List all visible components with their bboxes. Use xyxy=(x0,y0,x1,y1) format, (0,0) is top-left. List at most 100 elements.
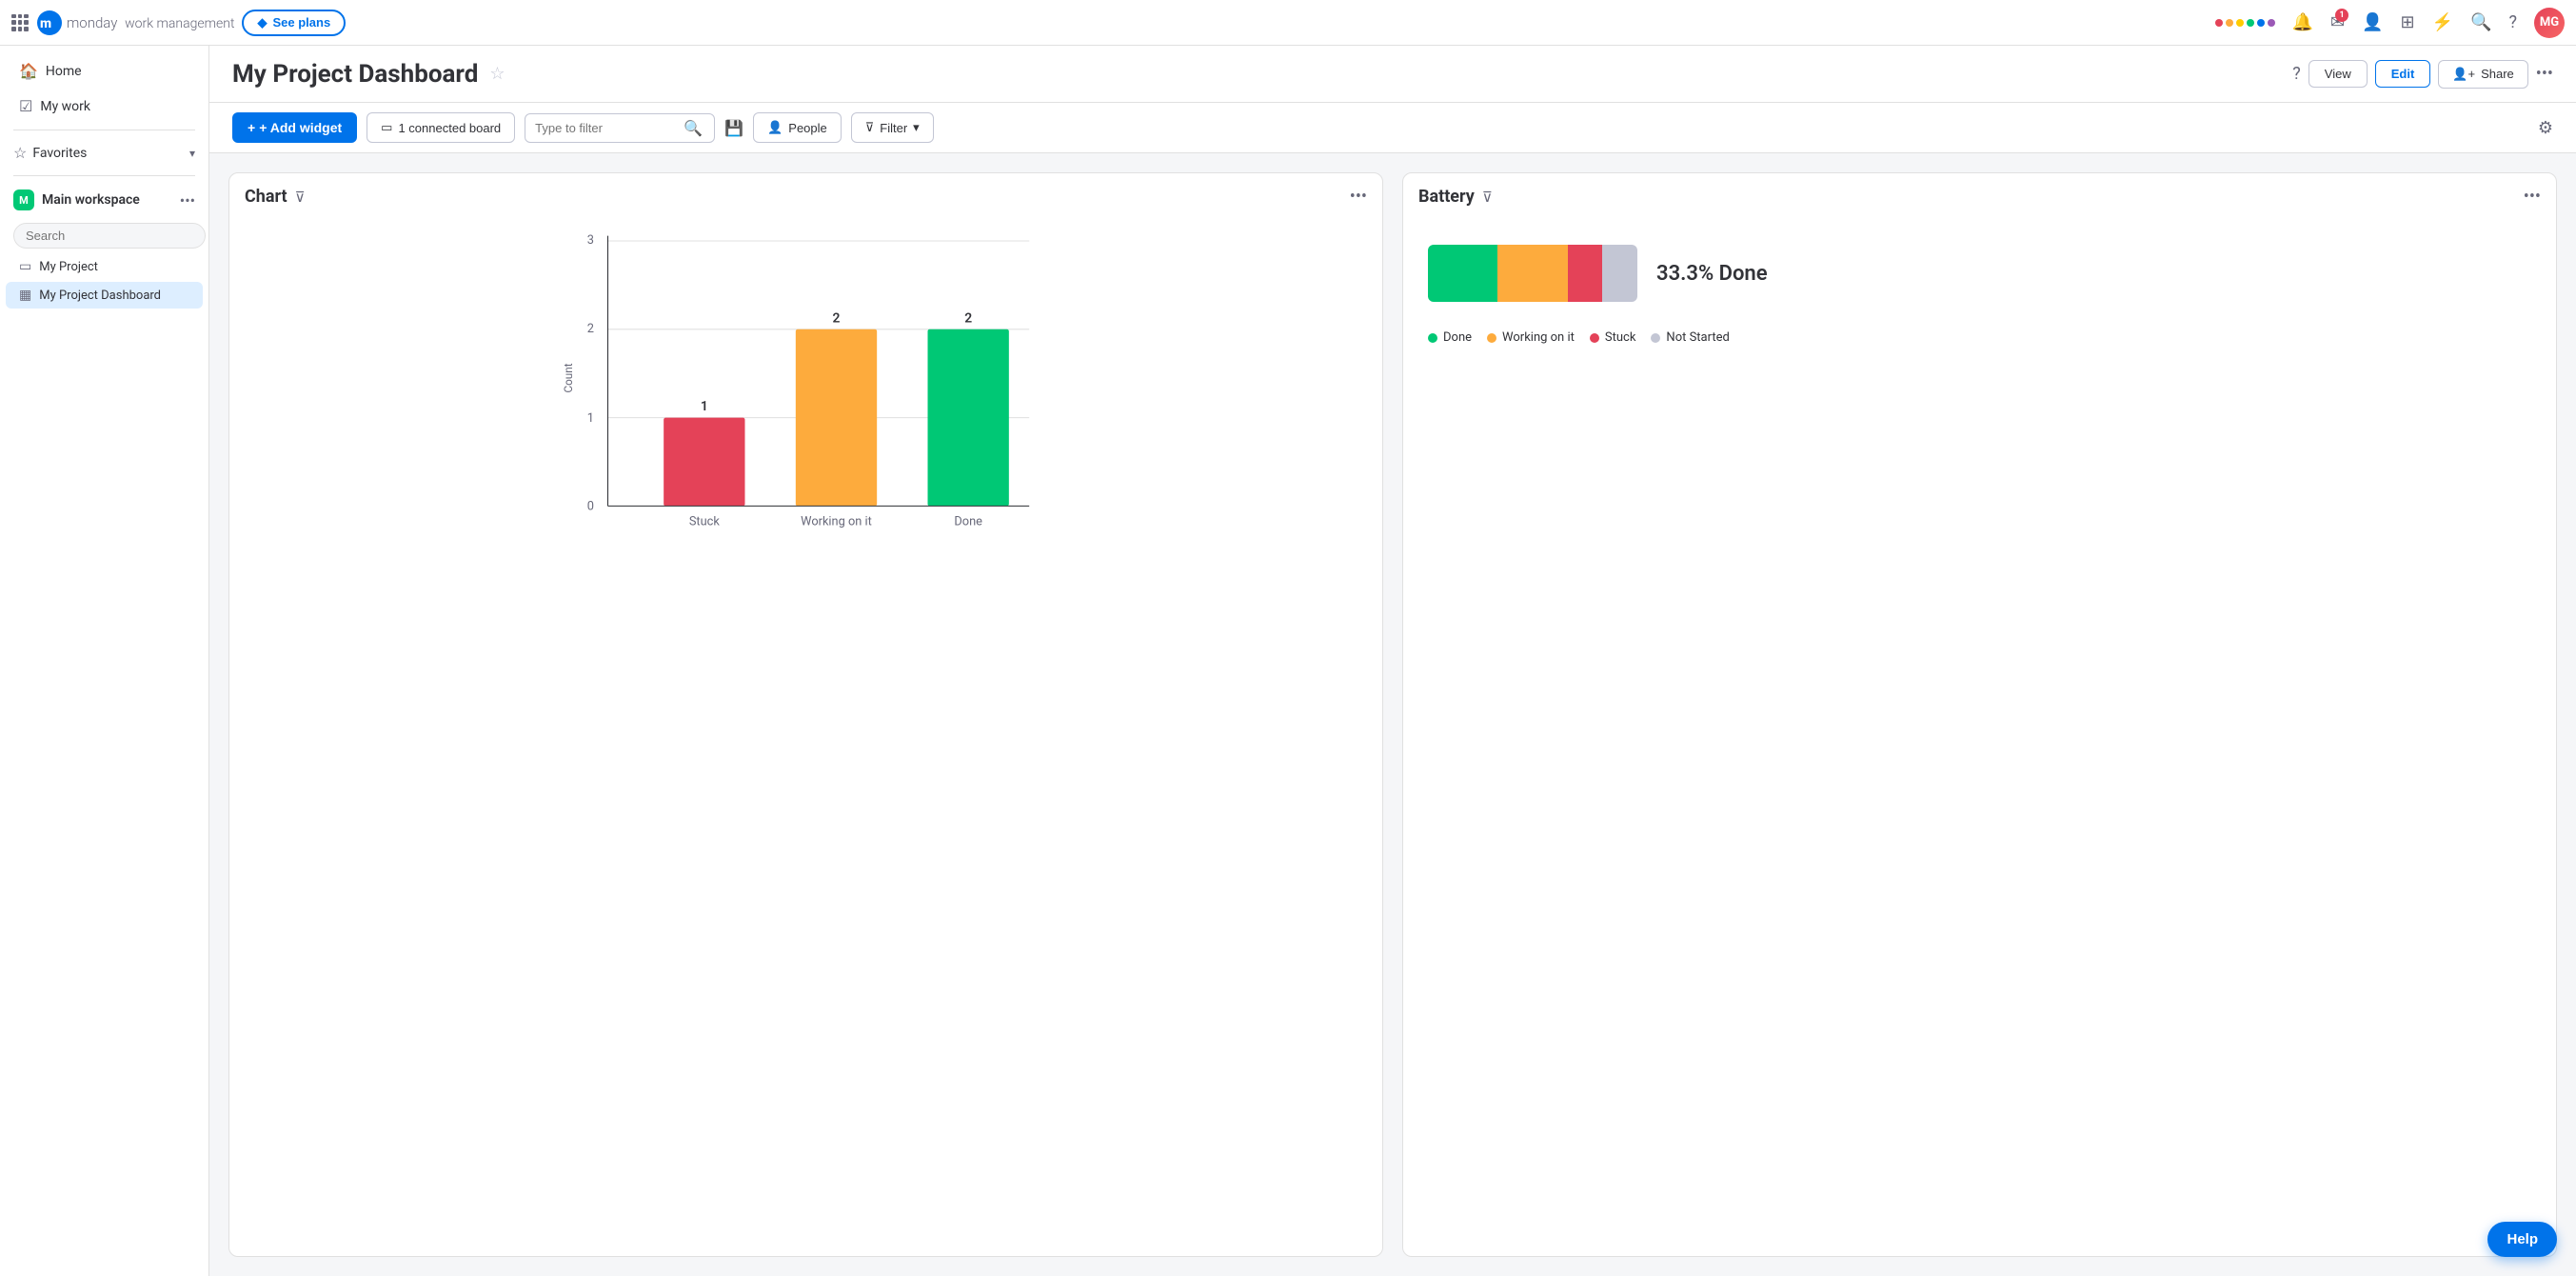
view-button[interactable]: View xyxy=(2308,60,2368,88)
edit-button[interactable]: Edit xyxy=(2375,60,2431,88)
star-sidebar-icon: ☆ xyxy=(13,144,27,162)
toolbar: + + Add widget ▭ 1 connected board 🔍 💾 👤… xyxy=(209,103,2576,153)
sidebar-item-dashboard[interactable]: ▦ My Project Dashboard xyxy=(6,282,203,309)
search-input[interactable] xyxy=(13,223,206,249)
sidebar-divider-2 xyxy=(13,175,195,176)
legend-working-label: Working on it xyxy=(1502,330,1575,345)
svg-text:2: 2 xyxy=(587,322,594,336)
battery-bar xyxy=(1428,245,1637,302)
share-icon: 👤+ xyxy=(2452,67,2475,82)
dashboard-title-actions: ? View Edit 👤+ Share ••• xyxy=(2292,60,2553,89)
battery-widget-header: Battery ⊽ ••• xyxy=(1403,173,2556,216)
widgets-area: Chart ⊽ ••• 3 2 1 0 Count xyxy=(209,153,2576,1276)
battery-more-icon[interactable]: ••• xyxy=(2524,187,2541,207)
chart-container: 3 2 1 0 Count xyxy=(245,226,1367,530)
topnav-right: 🔔 ✉ 1 👤 ⊞ ⚡ 🔍 ? MG xyxy=(2215,8,2565,38)
svg-text:0: 0 xyxy=(587,500,594,514)
save-filter-icon[interactable]: 💾 xyxy=(724,119,743,137)
filter-input[interactable] xyxy=(535,121,678,135)
toolbar-right: ⚙ xyxy=(2538,118,2553,138)
chart-more-icon[interactable]: ••• xyxy=(1350,187,1367,207)
help-button[interactable]: Help xyxy=(2487,1222,2557,1257)
topnav: m monday work management ◆ See plans 🔔 ✉… xyxy=(0,0,2576,46)
monday-tagline: work management xyxy=(125,16,234,31)
dot-yellow xyxy=(2236,19,2244,27)
sidebar: 🏠 Home ☑ My work ☆ Favorites ▾ M Main wo… xyxy=(0,46,209,1276)
dot-red xyxy=(2215,19,2223,27)
apps-icon[interactable]: ⊞ xyxy=(2401,12,2415,32)
topnav-left: m monday work management ◆ See plans xyxy=(11,10,346,36)
app-name: monday work management xyxy=(67,14,234,31)
workspace-name: Main workspace xyxy=(42,192,172,208)
chart-svg: 3 2 1 0 Count xyxy=(245,226,1367,530)
legend-notstarted: Not Started xyxy=(1651,330,1729,345)
people-button[interactable]: 👤 People xyxy=(753,112,842,143)
favorites-label: Favorites xyxy=(32,146,184,161)
workspace-more-icon[interactable]: ••• xyxy=(180,191,195,209)
filter-search-icon: 🔍 xyxy=(684,119,703,137)
grid-menu-icon[interactable] xyxy=(11,14,29,31)
dot-purple xyxy=(2268,19,2275,27)
home-label: Home xyxy=(46,64,82,79)
invite-people-icon[interactable]: 👤 xyxy=(2362,12,2383,32)
more-options-icon[interactable]: ••• xyxy=(2536,64,2553,84)
chart-filter-icon[interactable]: ⊽ xyxy=(295,189,306,206)
notifications-icon[interactable]: 🔔 xyxy=(2292,12,2313,32)
legend-notstarted-dot xyxy=(1651,333,1660,343)
my-project-label: My Project xyxy=(39,260,98,274)
home-icon: 🏠 xyxy=(19,62,38,80)
inbox-icon[interactable]: ✉ 1 xyxy=(2330,12,2345,32)
chart-widget-header: Chart ⊽ ••• xyxy=(229,173,1382,216)
favorite-star-icon[interactable]: ☆ xyxy=(489,64,505,84)
battery-done-segment xyxy=(1428,245,1497,302)
bar-done xyxy=(928,329,1009,507)
dashboard-title: My Project Dashboard xyxy=(232,60,478,89)
battery-title: Battery xyxy=(1418,187,1475,207)
add-icon: + xyxy=(248,120,255,135)
settings-icon[interactable]: ⚙ xyxy=(2538,118,2553,138)
battery-stuck-segment xyxy=(1568,245,1603,302)
workspace-row[interactable]: M Main workspace ••• xyxy=(0,182,208,218)
my-work-icon: ☑ xyxy=(19,97,32,115)
connected-board-button[interactable]: ▭ 1 connected board xyxy=(367,112,515,143)
svg-text:1: 1 xyxy=(587,411,594,426)
battery-notstarted-segment xyxy=(1602,245,1637,302)
chart-title: Chart xyxy=(245,187,287,207)
integrations-icon[interactable]: ⚡ xyxy=(2432,12,2453,32)
search-icon[interactable]: 🔍 xyxy=(2470,12,2491,32)
user-avatar[interactable]: MG xyxy=(2534,8,2565,38)
dashboard-header: My Project Dashboard ☆ ? View Edit 👤+ Sh… xyxy=(209,46,2576,103)
svg-text:Count: Count xyxy=(562,363,575,392)
sidebar-item-home[interactable]: 🏠 Home xyxy=(6,54,203,88)
favorites-row[interactable]: ☆ Favorites ▾ xyxy=(0,136,208,169)
svg-text:Done: Done xyxy=(954,515,982,529)
favorites-chevron: ▾ xyxy=(189,147,195,160)
svg-text:Stuck: Stuck xyxy=(689,515,721,529)
filter-button[interactable]: ⊽ Filter ▾ xyxy=(851,112,934,143)
see-plans-button[interactable]: ◆ See plans xyxy=(242,10,346,36)
sidebar-item-my-project[interactable]: ▭ My Project xyxy=(6,253,203,280)
add-widget-button[interactable]: + + Add widget xyxy=(232,112,357,143)
dashboard-icon: ▦ xyxy=(19,288,31,303)
dot-blue xyxy=(2257,19,2265,27)
battery-legend: Done Working on it Stuck Not Starte xyxy=(1418,321,2541,349)
question-icon[interactable]: ? xyxy=(2292,64,2301,84)
see-plans-label: See plans xyxy=(272,15,330,30)
filter-input-wrap: 🔍 xyxy=(525,113,715,143)
battery-widget: Battery ⊽ ••• 33.3% Done xyxy=(1402,172,2557,1257)
bar-working xyxy=(796,329,877,507)
project-board-icon: ▭ xyxy=(19,259,31,274)
people-icon: 👤 xyxy=(767,120,783,135)
help-nav-icon[interactable]: ? xyxy=(2508,12,2517,32)
add-widget-label: + Add widget xyxy=(259,120,342,135)
battery-filter-icon[interactable]: ⊽ xyxy=(1482,189,1493,206)
legend-done-dot xyxy=(1428,333,1437,343)
sidebar-item-my-work[interactable]: ☑ My work xyxy=(6,90,203,123)
monday-logo-icon: m xyxy=(36,10,63,36)
svg-text:Working on it: Working on it xyxy=(801,515,872,529)
share-button[interactable]: 👤+ Share xyxy=(2438,60,2527,89)
battery-body: 33.3% Done Done Working on it xyxy=(1403,216,2556,1256)
bar-stuck xyxy=(664,418,744,507)
svg-text:3: 3 xyxy=(587,233,594,248)
chart-body: 3 2 1 0 Count xyxy=(229,216,1382,1256)
